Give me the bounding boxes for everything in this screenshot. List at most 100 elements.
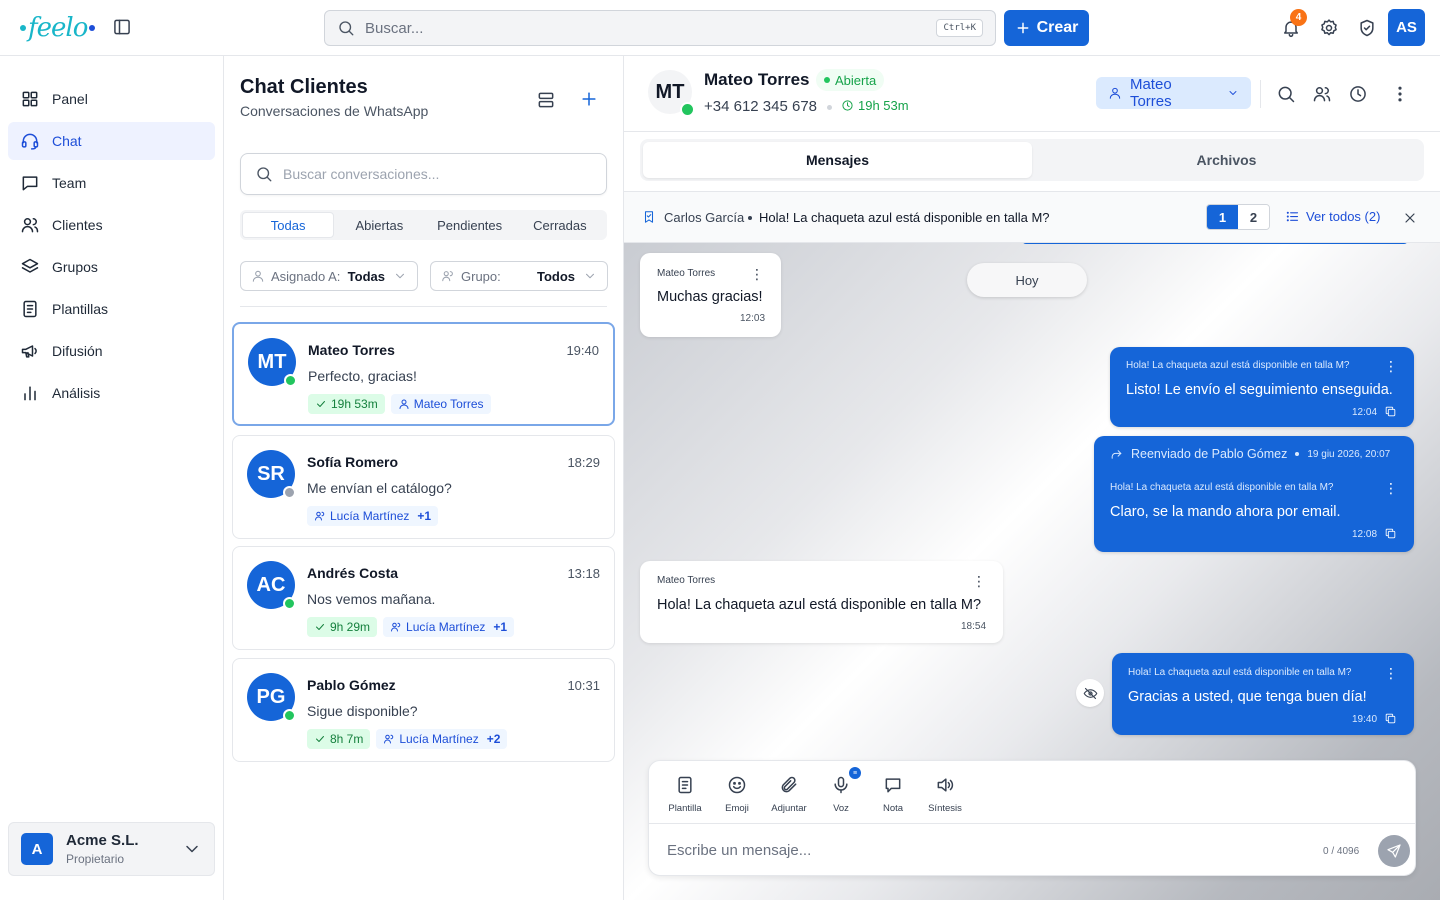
message-input[interactable]: Escribe un mensaje... [667, 842, 811, 859]
message-bubble-incoming[interactable]: Mateo Torres ⋮ Hola! La chaqueta azul es… [640, 561, 1003, 643]
message-bubble-incoming[interactable]: Mateo Torres ⋮ Muchas gracias! 12:03 [640, 253, 781, 337]
pinned-text: Hola! La chaqueta azul está disponible e… [759, 210, 1050, 225]
contact-name: Sofía Romero [307, 454, 399, 470]
more-vertical-icon[interactable]: ⋮ [1384, 481, 1398, 495]
conversation-item[interactable]: PG Pablo Gómez 10:31 Sigue disponible? 8… [232, 658, 615, 762]
nav-item-clientes[interactable]: Clientes [8, 206, 215, 244]
voice-button[interactable]: Voz [815, 775, 867, 814]
tab-cerradas[interactable]: Cerradas [515, 212, 605, 238]
conversation-search-input[interactable]: Buscar conversaciones... [240, 153, 607, 195]
filter-label: Asignado A: [271, 268, 341, 284]
nav-item-grupos[interactable]: Grupos [8, 248, 215, 286]
message-sender: Mateo Torres [657, 575, 716, 586]
tab-mensajes[interactable]: Mensajes [643, 142, 1032, 178]
message-text: Listo! Le envío el seguimiento enseguida… [1126, 382, 1393, 398]
shield-check-icon[interactable] [1357, 18, 1377, 38]
global-search-input[interactable]: Buscar... Ctrl+K [324, 10, 996, 46]
nav-item-label: Análisis [52, 385, 101, 401]
more-vertical-icon[interactable]: ⋮ [972, 574, 986, 588]
tab-abiertas[interactable]: Abiertas [334, 212, 424, 238]
last-message-preview: Perfecto, gracias! [308, 368, 417, 384]
nav-item-chat[interactable]: Chat [8, 122, 215, 160]
synthesis-button[interactable]: Síntesis [919, 775, 971, 814]
tab-pendientes[interactable]: Pendientes [425, 212, 515, 238]
nav-item-label: Difusión [52, 343, 103, 359]
template-button[interactable]: Plantilla [659, 775, 711, 814]
check-icon [316, 624, 324, 630]
nav-item-panel[interactable]: Panel [8, 80, 215, 118]
last-message-preview: Me envían el catálogo? [307, 480, 452, 496]
note-button[interactable]: Nota [867, 775, 919, 814]
assignee-dropdown[interactable]: Mateo Torres [1096, 76, 1251, 110]
assignee-badge: Lucía Martínez +1 [383, 617, 515, 637]
pinned-messages-bar[interactable]: Carlos García Hola! La chaqueta azul est… [624, 191, 1440, 243]
search-icon [339, 21, 354, 36]
nav-item-label: Team [52, 175, 87, 191]
note-bubble-icon [885, 778, 901, 793]
org-avatar: A [21, 833, 53, 865]
group-filter-select[interactable]: Grupo: Todos [430, 261, 608, 291]
view-all-pinned-link[interactable]: Ver todos (2) [1285, 209, 1380, 224]
bar-chart-icon [24, 386, 36, 401]
tab-archivos[interactable]: Archivos [1032, 142, 1421, 178]
last-message-time: 13:18 [567, 566, 600, 581]
conversation-item[interactable]: AC Andrés Costa 13:18 Nos vemos mañana. … [232, 546, 615, 650]
message-time: 18:54 [961, 621, 987, 632]
emoji-button[interactable]: Emoji [711, 775, 763, 814]
more-vertical-icon[interactable]: ⋮ [750, 267, 764, 281]
organization-switcher[interactable]: A Acme S.L. Propietario [8, 822, 215, 876]
attach-button[interactable]: Adjuntar [763, 775, 815, 814]
last-message-time: 10:31 [567, 678, 600, 693]
conversation-item[interactable]: MT Mateo Torres 19:40 Perfecto, gracias!… [232, 322, 615, 426]
voice-transcription-badge-icon: ≡ [847, 765, 863, 781]
message-bubble-outgoing[interactable]: Hola! La chaqueta azul está disponible e… [1110, 347, 1414, 427]
assignee-badge: Lucía Martínez +2 [376, 729, 508, 749]
new-conversation-icon[interactable] [579, 89, 599, 109]
create-button[interactable]: Crear [1004, 10, 1089, 46]
message-bubble-outgoing[interactable]: Hola! La chaqueta azul está disponible e… [1112, 653, 1414, 735]
eye-off-icon[interactable] [1076, 679, 1104, 707]
nav-item-team[interactable]: Team [8, 164, 215, 202]
nav-item-plantillas[interactable]: Plantillas [8, 290, 215, 328]
more-vertical-icon[interactable]: ⋮ [1384, 359, 1398, 373]
more-vertical-icon[interactable] [1390, 84, 1410, 104]
tab-todas[interactable]: Todas [242, 212, 335, 238]
contact-phone: +34 612 345 678 [704, 98, 818, 115]
participants-icon[interactable] [1312, 84, 1332, 104]
smile-icon [728, 776, 746, 794]
list-view-icon[interactable] [536, 90, 556, 110]
nav-item-analisis[interactable]: Análisis [8, 374, 215, 412]
speaker-icon [937, 778, 954, 792]
copy-icon[interactable] [1384, 527, 1397, 540]
users-icon [384, 734, 394, 744]
left-navigation: Panel Chat Team Clientes Grupos Plantill… [0, 56, 224, 900]
copy-icon[interactable] [1384, 712, 1397, 725]
search-icon[interactable] [1276, 84, 1296, 104]
last-message-time: 19:40 [566, 343, 599, 358]
notifications-badge: 4 [1290, 9, 1307, 26]
conversation-item[interactable]: SR Sofía Romero 18:29 Me envían el catál… [232, 435, 615, 539]
nav-item-label: Plantillas [52, 301, 109, 317]
pinned-pager: 1 2 [1206, 204, 1270, 230]
close-icon[interactable] [1402, 210, 1418, 226]
app-logo[interactable]: feelo [20, 13, 96, 43]
contact-name: Pablo Gómez [307, 677, 396, 693]
send-icon [1387, 844, 1401, 858]
pinned-page-1[interactable]: 1 [1207, 205, 1238, 229]
day-separator: Hoy [967, 263, 1087, 297]
sidebar-toggle-icon[interactable] [112, 17, 132, 37]
more-vertical-icon[interactable]: ⋮ [1384, 666, 1398, 680]
assignee-filter-select[interactable]: Asignado A: Todas [240, 261, 418, 291]
status-tabs: Todas Abiertas Pendientes Cerradas [240, 210, 607, 240]
copy-icon[interactable] [1384, 405, 1397, 418]
message-text: Claro, se la mando ahora por email. [1110, 504, 1341, 520]
search-placeholder: Buscar... [365, 19, 424, 37]
user-avatar[interactable]: AS [1388, 9, 1425, 46]
pinned-page-2[interactable]: 2 [1238, 205, 1269, 229]
message-bubble-outgoing-forwarded[interactable]: Reenviado de Pablo Gómez 19 giu 2026, 20… [1094, 436, 1414, 552]
nav-item-difusion[interactable]: Difusión [8, 332, 215, 370]
history-clock-icon[interactable] [1348, 84, 1368, 104]
send-button[interactable] [1378, 835, 1410, 867]
timer-badge: 19h 53m [308, 394, 385, 414]
gear-icon[interactable] [1319, 18, 1339, 38]
